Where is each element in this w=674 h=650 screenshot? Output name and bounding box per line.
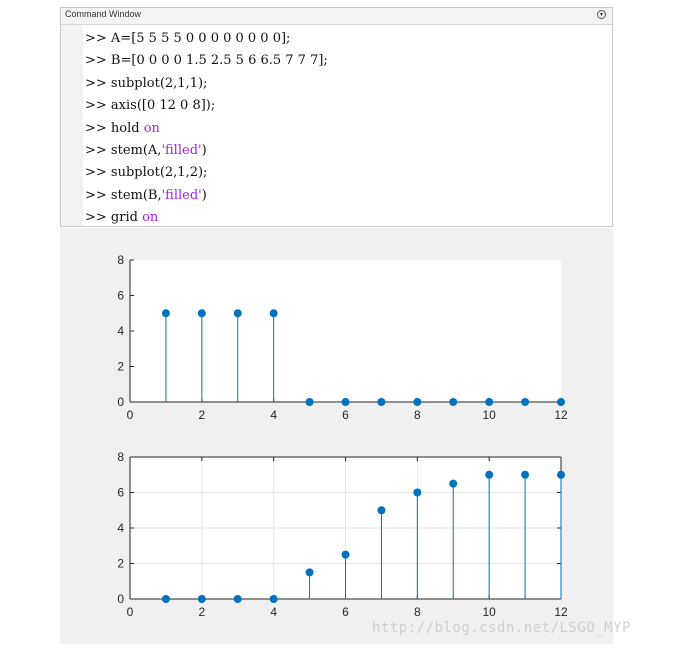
stem-marker [233,595,242,603]
prompt-symbol: >> [85,53,111,69]
figure-window: 0 2 4 6 8 10 12 0 2 4 6 8 0 2 4 6 8 10 12 0 2 4 6 8 [60,228,613,644]
prompt-symbol: >> [85,75,111,91]
prompt-symbol: >> [85,187,111,203]
prompt-symbol: >> [85,165,111,181]
code-token: subplot(2,1,1); [110,75,208,91]
code-token: ) [201,187,207,203]
string-token: 'filled' [161,142,202,158]
command-line: >> stem(B,'filled') [85,185,328,207]
x-tick-label: 8 [414,408,421,422]
stem-marker [413,488,422,497]
stem-marker [269,309,278,318]
y-tick-label: 4 [117,324,124,338]
command-line: >> hold on [85,118,328,140]
stem-marker [485,398,494,406]
y-tick-label: 6 [117,486,124,500]
x-tick-label: 6 [342,408,349,422]
command-window-gutter [61,25,83,226]
stem-marker [197,595,206,603]
y-tick-label: 6 [117,289,124,303]
prompt-symbol: >> [85,142,111,158]
prompt-symbol: >> [85,31,111,46]
x-tick-label: 4 [270,408,277,422]
code-token: ) [201,142,207,158]
y-tick-label: 2 [117,557,124,571]
x-tick-label: 2 [198,605,205,619]
x-tick-label: 2 [198,408,205,422]
command-window-title: Command Window [65,9,142,19]
command-window: Command Window ▾ >> A=[5 5 5 5 0 0 0 0 0… [60,7,613,227]
x-tick-label: 12 [554,408,568,422]
command-history: >> A=[5 5 5 5 0 0 0 0 0 0 0 0]; >> B=[0 0… [85,28,328,230]
figure-canvas: 0 2 4 6 8 10 12 0 2 4 6 8 0 2 4 6 8 10 12 0 2 4 6 8 [117,253,568,619]
circle-chevron-down-icon[interactable]: ▾ [597,10,606,19]
stem-marker [557,398,565,406]
stem-marker [341,398,350,406]
stem-marker [377,506,386,515]
axes-background [130,260,561,402]
command-line: >> subplot(2,1,2); [85,162,328,184]
y-tick-label: 2 [117,360,124,374]
x-tick-label: 10 [482,408,496,422]
command-line: >> A=[5 5 5 5 0 0 0 0 0 0 0 0]; [85,28,328,50]
code-token: stem(A, [110,142,162,158]
stem-marker [521,470,530,479]
x-tick-label: 12 [554,605,568,619]
stem-marker [449,479,458,488]
keyword-token: on [142,210,159,226]
stem-marker [341,550,350,559]
stem-marker [557,470,565,479]
code-token: A=[5 5 5 5 0 0 0 0 0 0 0 0]; [110,31,291,46]
x-tick-label: 0 [127,408,134,422]
code-token: subplot(2,1,2); [110,165,208,181]
stem-marker [521,398,530,406]
command-line: >> axis([0 12 0 8]); [85,95,328,117]
keyword-token: on [143,120,160,136]
stem-marker [305,398,314,406]
stem-marker [197,309,206,318]
command-line: >> B=[0 0 0 0 1.5 2.5 5 6 6.5 7 7 7]; [85,50,328,72]
stem-marker [377,398,386,406]
x-tick-label: 0 [127,605,134,619]
stem-marker [485,470,494,479]
command-window-body[interactable]: >> A=[5 5 5 5 0 0 0 0 0 0 0 0]; >> B=[0 0… [61,25,612,226]
code-token: hold [110,120,144,136]
y-tick-label: 4 [117,521,124,535]
y-tick-label: 0 [117,592,124,606]
y-tick-label: 0 [117,395,124,409]
x-tick-label: 10 [482,605,496,619]
stem-marker [161,595,170,603]
watermark: http://blog.csdn.net/LSGO_MYP [372,620,631,636]
stem-marker [413,398,422,406]
code-token: stem(B, [110,187,162,203]
stem-marker [449,398,458,406]
stem-marker [161,309,170,318]
code-token: B=[0 0 0 0 1.5 2.5 5 6 6.5 7 7 7]; [110,53,328,69]
string-token: 'filled' [161,187,202,203]
command-line: >> grid on [85,207,328,229]
stem-marker [269,595,278,603]
command-line: >> subplot(2,1,1); [85,73,328,95]
x-tick-label: 4 [270,605,277,619]
prompt-symbol: >> [85,98,111,114]
x-tick-label: 6 [342,605,349,619]
code-token: axis([0 12 0 8]); [110,98,216,114]
code-token: grid [110,210,143,226]
command-line: >> stem(A,'filled') [85,140,328,162]
x-tick-label: 8 [414,605,421,619]
stem-marker [305,568,314,577]
y-tick-label: 8 [117,450,124,464]
y-tick-label: 8 [117,253,124,267]
stem-marker [233,309,242,318]
prompt-symbol: >> [85,210,111,226]
command-window-header: Command Window ▾ [61,8,612,25]
prompt-symbol: >> [85,120,111,136]
